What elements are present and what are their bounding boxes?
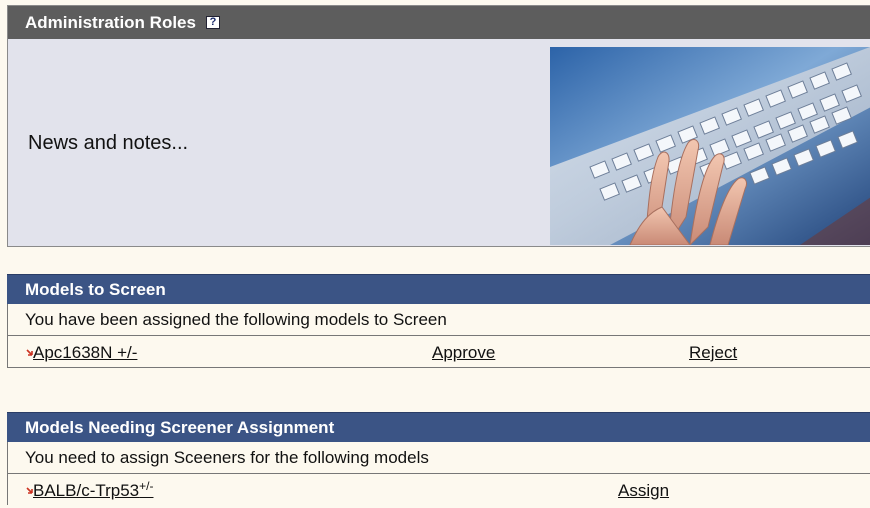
models-to-screen-description: You have been assigned the following mod… [7, 304, 870, 336]
models-to-screen-section: Models to Screen You have been assigned … [7, 274, 870, 368]
models-needing-screener-assignment-description: You need to assign Sceeners for the foll… [7, 442, 870, 474]
models-needing-screener-assignment-section: Models Needing Screener Assignment You n… [7, 412, 870, 505]
help-icon[interactable]: ? [205, 16, 220, 29]
model-link-balb-c-trp53[interactable]: BALB/c-Trp53+/- [33, 479, 154, 501]
model-name: BALB/c-Trp53 [33, 481, 140, 500]
reject-link[interactable]: Reject [689, 343, 737, 363]
model-link-apc1638n[interactable]: Apc1638N +/- [33, 343, 137, 363]
news-and-notes-text: News and notes... [28, 132, 189, 154]
keyboard-hand-image [550, 47, 870, 245]
administration-roles-panel: Administration Roles ? News and notes... [7, 5, 870, 247]
table-row: Apc1638N +/- Approve Reject [7, 336, 870, 368]
table-row: BALB/c-Trp53+/- Assign [7, 474, 870, 505]
assign-link[interactable]: Assign [618, 481, 669, 501]
models-needing-screener-assignment-header: Models Needing Screener Assignment [7, 412, 870, 442]
genotype-superscript: +/- [139, 479, 154, 493]
administration-roles-header: Administration Roles ? [8, 6, 870, 39]
models-to-screen-header: Models to Screen [7, 274, 870, 304]
approve-link[interactable]: Approve [432, 343, 495, 363]
keyboard-illustration [550, 47, 870, 245]
administration-roles-title: Administration Roles [25, 12, 196, 32]
